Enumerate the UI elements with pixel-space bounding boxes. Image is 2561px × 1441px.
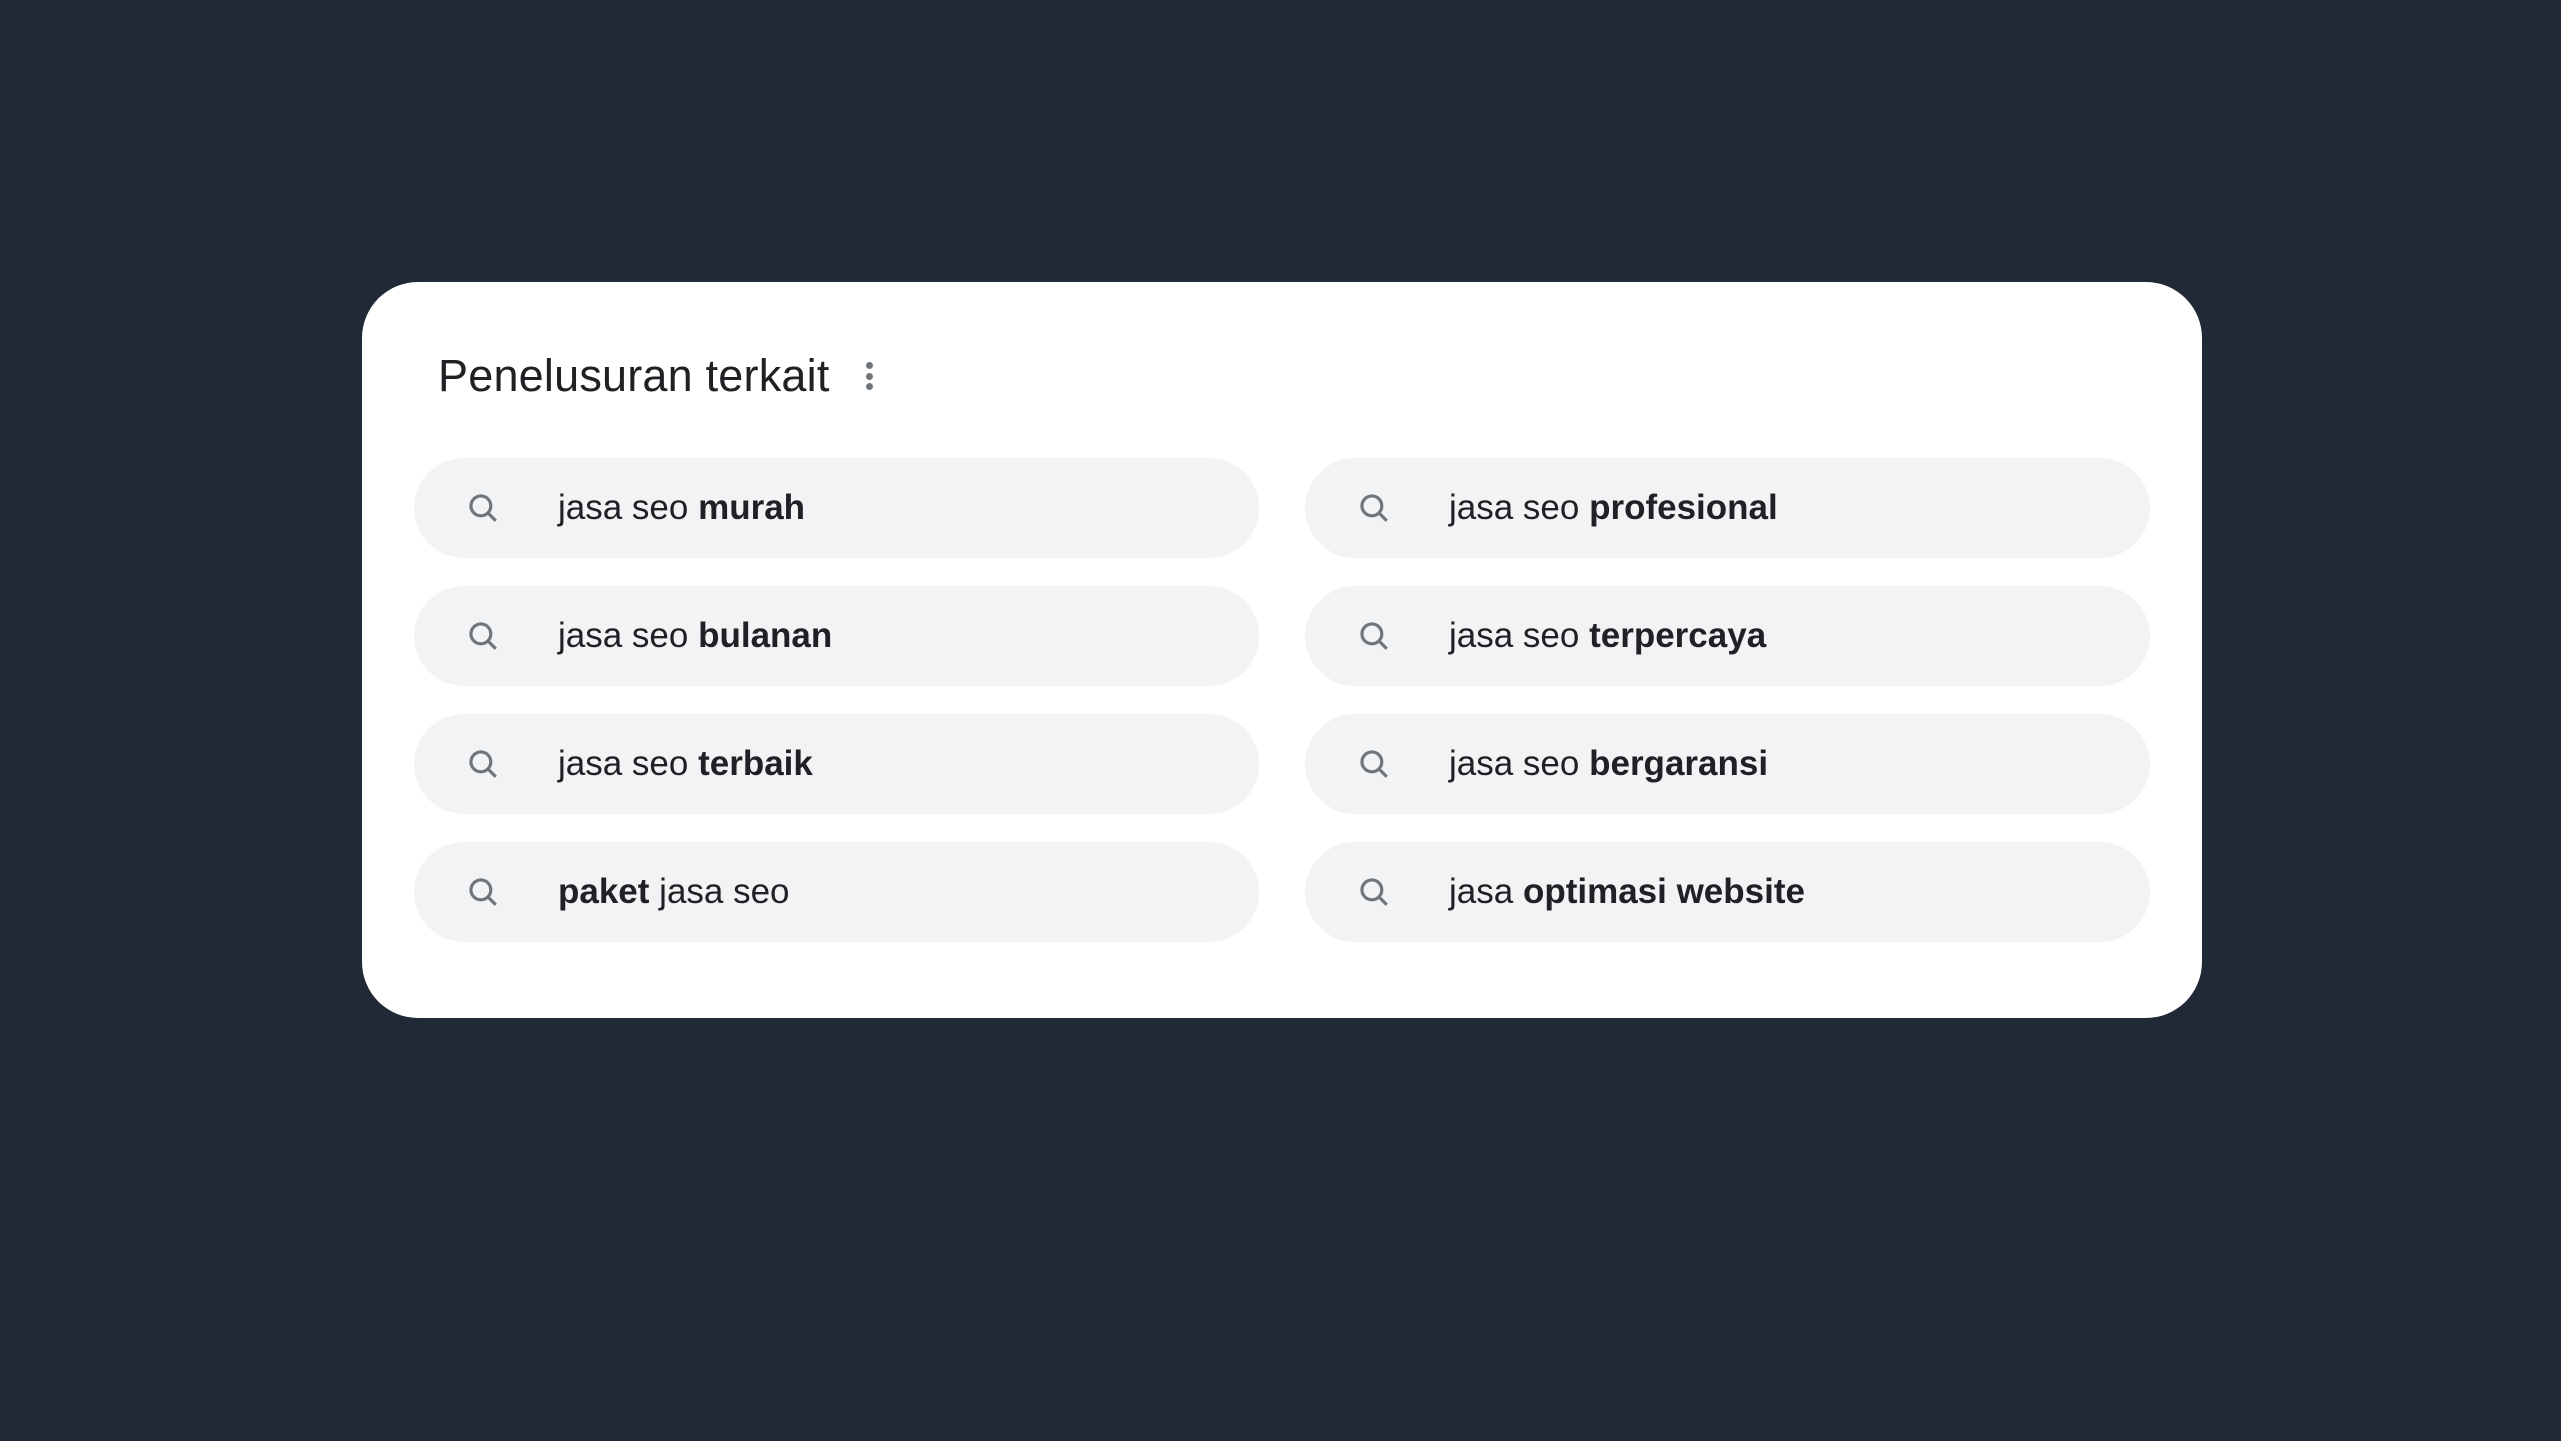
search-icon bbox=[466, 619, 500, 653]
more-options-icon[interactable] bbox=[866, 362, 873, 390]
suggestion-item[interactable]: jasa seo bulanan bbox=[414, 586, 1259, 686]
suggestion-item[interactable]: paket jasa seo bbox=[414, 842, 1259, 942]
search-icon bbox=[1357, 875, 1391, 909]
search-icon bbox=[1357, 619, 1391, 653]
search-icon bbox=[1357, 491, 1391, 525]
suggestion-label: paket jasa seo bbox=[558, 872, 790, 912]
search-icon bbox=[466, 491, 500, 525]
suggestion-label: jasa seo murah bbox=[558, 488, 805, 528]
card-title: Penelusuran terkait bbox=[438, 350, 830, 402]
suggestion-item[interactable]: jasa seo bergaransi bbox=[1305, 714, 2150, 814]
suggestion-item[interactable]: jasa optimasi website bbox=[1305, 842, 2150, 942]
search-icon bbox=[466, 875, 500, 909]
suggestion-label: jasa seo terbaik bbox=[558, 744, 813, 784]
suggestion-label: jasa seo bergaransi bbox=[1449, 744, 1768, 784]
suggestion-label: jasa seo terpercaya bbox=[1449, 616, 1766, 656]
suggestion-label: jasa seo bulanan bbox=[558, 616, 832, 656]
search-icon bbox=[466, 747, 500, 781]
suggestions-grid: jasa seo murah jasa seo profesional jasa… bbox=[414, 458, 2150, 942]
suggestion-item[interactable]: jasa seo terpercaya bbox=[1305, 586, 2150, 686]
card-header: Penelusuran terkait bbox=[414, 350, 2150, 402]
related-searches-card: Penelusuran terkait jasa seo murah jasa … bbox=[362, 282, 2202, 1018]
suggestion-label: jasa optimasi website bbox=[1449, 872, 1805, 912]
suggestion-item[interactable]: jasa seo murah bbox=[414, 458, 1259, 558]
suggestion-item[interactable]: jasa seo profesional bbox=[1305, 458, 2150, 558]
suggestion-label: jasa seo profesional bbox=[1449, 488, 1778, 528]
suggestion-item[interactable]: jasa seo terbaik bbox=[414, 714, 1259, 814]
search-icon bbox=[1357, 747, 1391, 781]
